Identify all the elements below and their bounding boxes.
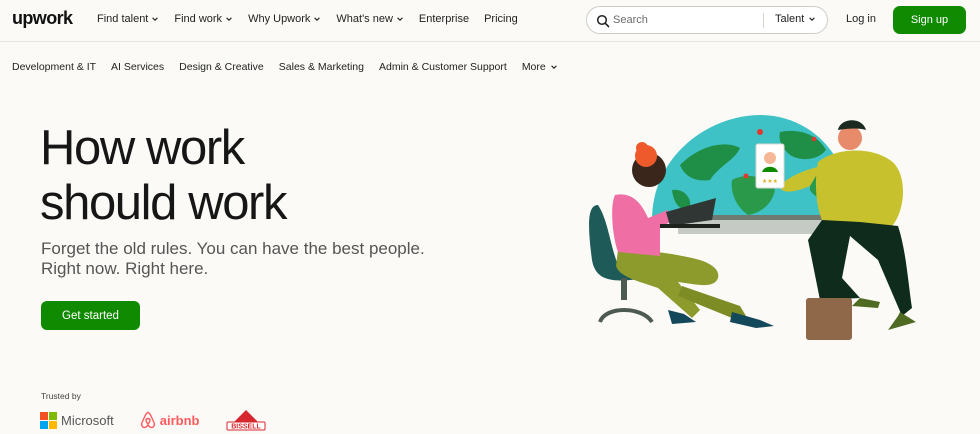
chevron-down-icon (808, 15, 816, 23)
signup-button[interactable]: Sign up (893, 6, 966, 34)
bissell-wordmark: BISSELL (232, 424, 262, 431)
login-link[interactable]: Log in (846, 13, 876, 25)
category-more[interactable]: More (522, 61, 558, 73)
get-started-button[interactable]: Get started (41, 301, 140, 330)
trusted-by-label: Trusted by (41, 391, 81, 401)
nav-label: Enterprise (418, 13, 470, 25)
hero-title: How work should work (40, 121, 420, 231)
more-label: More (521, 61, 546, 73)
hero-subtitle-line1: Forget the old rules. You can have the b… (41, 239, 425, 258)
search-icon (596, 14, 610, 28)
nav-why-upwork[interactable]: Why Upwork (248, 13, 321, 25)
nav-whats-new[interactable]: What's new (336, 13, 404, 25)
microsoft-wordmark: Microsoft (61, 412, 114, 428)
chevron-down-icon (151, 15, 159, 23)
chevron-down-icon (225, 15, 233, 23)
chevron-down-icon (396, 15, 404, 23)
hero-subtitle-line2: Right now. Right here. (41, 259, 209, 278)
microsoft-logo: Microsoft (40, 411, 114, 429)
hero-illustration: ★★★ (589, 115, 916, 340)
bissell-icon: BISSELL (226, 410, 266, 431)
airbnb-wordmark: airbnb (159, 412, 200, 428)
nav-find-work[interactable]: Find work (174, 13, 233, 25)
nav-enterprise[interactable]: Enterprise (419, 13, 469, 25)
category-sales-marketing[interactable]: Sales & Marketing (279, 61, 364, 73)
chevron-down-icon (313, 15, 321, 23)
main-nav: Find talent Find work Why Upwork What's … (97, 13, 533, 25)
search-bar: Talent (586, 6, 828, 34)
category-admin-support[interactable]: Admin & Customer Support (379, 61, 507, 73)
profile-card-icon: ★★★ (755, 143, 785, 189)
microsoft-icon (40, 411, 57, 429)
trusted-brands: Microsoft airbnb BISSELL (40, 409, 293, 431)
nav-label: Pricing (484, 13, 518, 25)
nav-label: What's new (336, 13, 393, 25)
nav-label: Find talent (97, 13, 149, 25)
nav-label: Why Upwork (248, 13, 311, 25)
search-input[interactable] (613, 11, 743, 29)
upwork-logo[interactable]: upwork (12, 8, 73, 29)
category-development-it[interactable]: Development & IT (12, 61, 96, 73)
category-ai-services[interactable]: AI Services (111, 61, 164, 73)
hero-title-line1: How work (40, 121, 245, 175)
airbnb-icon (140, 411, 155, 429)
hero-title-line2: should work (40, 176, 287, 230)
nav-pricing[interactable]: Pricing (484, 13, 518, 25)
nav-find-talent[interactable]: Find talent (97, 13, 159, 25)
hero-subtitle: Forget the old rules. You can have the b… (41, 239, 461, 279)
svg-text:★★★: ★★★ (762, 178, 778, 185)
search-scope-dropdown[interactable]: Talent (775, 13, 816, 25)
airbnb-logo: airbnb (140, 411, 200, 429)
category-nav: Development & IT AI Services Design & Cr… (12, 61, 573, 73)
nav-label: Find work (174, 13, 223, 25)
search-scope-label: Talent (775, 13, 805, 25)
bissell-logo: BISSELL (225, 409, 267, 431)
top-navbar: upwork Find talent Find work Why Upwork … (0, 0, 980, 42)
category-design-creative[interactable]: Design & Creative (179, 61, 264, 73)
search-divider (763, 13, 764, 28)
chevron-down-icon (550, 63, 558, 71)
